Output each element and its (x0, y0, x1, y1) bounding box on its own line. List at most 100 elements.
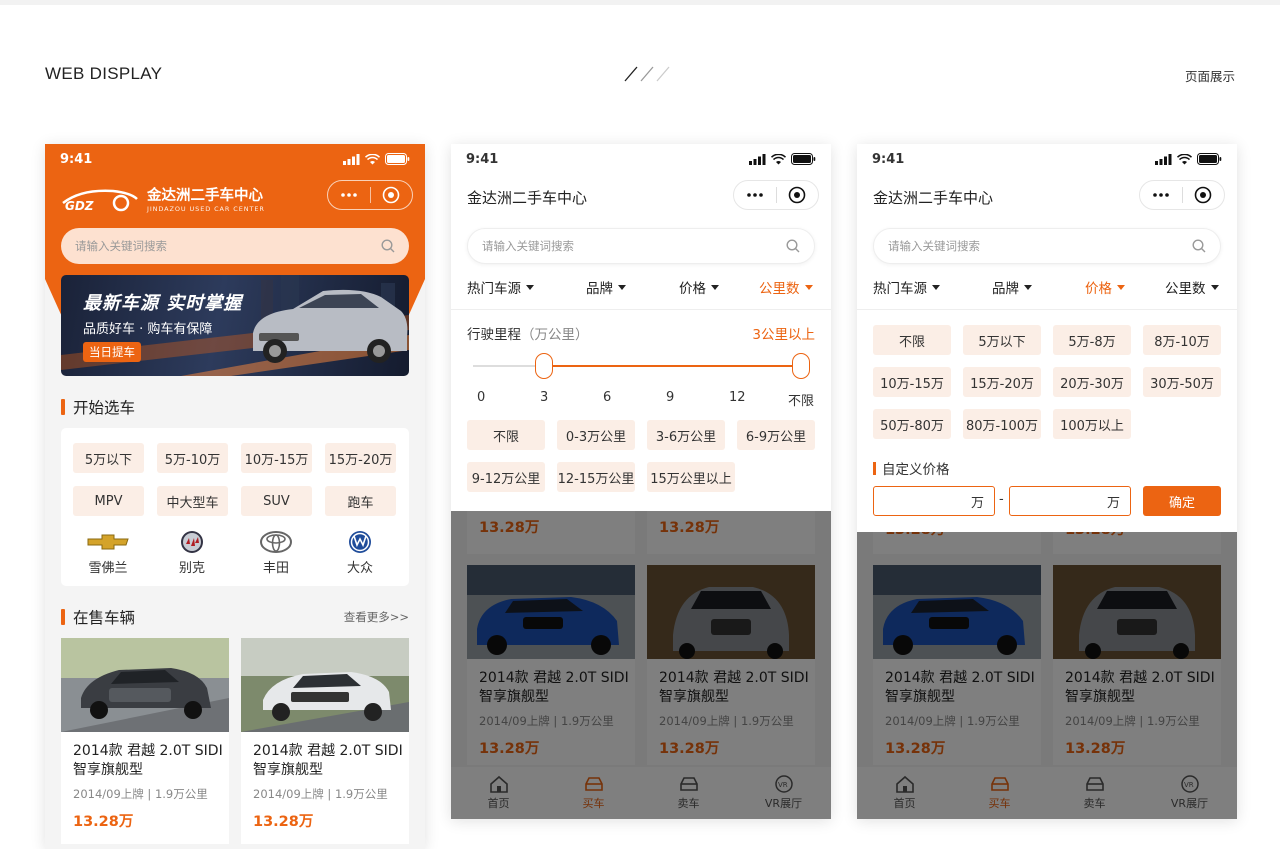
tick-label: 0 (477, 390, 486, 405)
close-miniprogram-button[interactable] (1183, 181, 1225, 209)
chevrolet-logo-icon (87, 534, 129, 550)
price-option[interactable]: 20万-30万 (1053, 367, 1131, 397)
price-option[interactable]: 30万-50万 (1143, 367, 1221, 397)
app-title-en: JINDAZOU USED CAR CENTER (147, 205, 265, 213)
status-bar: 9:41 (857, 144, 1237, 174)
dropdown-icon (1210, 284, 1219, 290)
brand-logo: GDZ 金达洲二手车中心 JINDAZOU USED CAR CENTER (61, 184, 265, 213)
price-option[interactable]: 5万-8万 (1053, 325, 1131, 355)
promo-banner[interactable]: 最新车源 实时掌握 品质好车 · 购车有保障 当日提车 (61, 275, 409, 376)
dim-overlay[interactable] (451, 511, 831, 819)
car-card[interactable]: 2014款 君越 2.0T SIDI 智享旗舰型 2014/09上牌 | 1.9… (61, 638, 229, 844)
banner-headline: 最新车源 实时掌握 (83, 293, 243, 314)
wifi-icon (771, 153, 786, 164)
status-bar: 9:41 (451, 144, 831, 174)
phone-price-filter: 13.28万 13.28万 2014款 君越 2.0T SIDI 智享旗舰型 2… (857, 144, 1237, 819)
car-card[interactable]: 2014款 君越 2.0T SIDI 智享旗舰型 2014/09上牌 | 1.9… (241, 638, 409, 844)
mileage-panel: 行驶里程（万公里） 3公里以上 0 3 6 9 12 不限 不限 0-3万公里 … (451, 309, 831, 511)
filter-price[interactable]: 价格 (679, 277, 719, 297)
price-option[interactable]: 100万以上 (1053, 409, 1131, 439)
price-panel: 不限 5万以下 5万-8万 8万-10万 10万-15万 15万-20万 20万… (857, 309, 1237, 532)
wifi-icon (1177, 153, 1192, 164)
mileage-option[interactable]: 3-6万公里 (647, 420, 725, 450)
filter-brand[interactable]: 品牌 (586, 277, 626, 297)
view-more-link[interactable]: 查看更多>> (344, 609, 409, 625)
brand-chevrolet[interactable]: 雪佛兰 (73, 529, 143, 576)
chip-15-20w[interactable]: 15万-20万 (325, 443, 396, 473)
dropdown-icon (1117, 284, 1125, 290)
max-price-input[interactable]: 万 (1009, 486, 1131, 516)
filter-hot[interactable]: 热门车源 (873, 277, 940, 297)
close-miniprogram-button[interactable] (371, 181, 413, 209)
close-miniprogram-button[interactable] (777, 181, 819, 209)
price-option[interactable]: 15万-20万 (963, 367, 1041, 397)
dropdown-icon (711, 284, 719, 290)
custom-price-label: 自定义价格 (873, 458, 950, 478)
svg-text:GDZ: GDZ (65, 199, 94, 213)
chip-10-15w[interactable]: 10万-15万 (241, 443, 312, 473)
search-input[interactable]: 请输入关键词搜索 (467, 228, 815, 264)
min-price-input[interactable]: 万 (873, 486, 995, 516)
chip-5-10w[interactable]: 5万-10万 (157, 443, 228, 473)
mileage-option[interactable]: 12-15万公里 (557, 462, 635, 492)
chip-large-car[interactable]: 中大型车 (157, 486, 228, 516)
logo-mark-icon: GDZ (62, 189, 138, 213)
price-option[interactable]: 80万-100万 (963, 409, 1041, 439)
more-button[interactable] (1140, 181, 1182, 209)
mileage-option[interactable]: 6-9万公里 (737, 420, 815, 450)
brand-toyota[interactable]: 丰田 (241, 529, 311, 576)
car-meta: 2014/09上牌 | 1.9万公里 (73, 787, 208, 801)
more-icon (340, 193, 357, 197)
more-button[interactable] (734, 181, 776, 209)
chip-under-5w[interactable]: 5万以下 (73, 443, 144, 473)
slider-handle-min[interactable] (535, 353, 553, 379)
confirm-button[interactable]: 确定 (1143, 486, 1221, 516)
filter-price[interactable]: 价格 (1085, 277, 1125, 297)
mileage-option[interactable]: 15万公里以上 (647, 462, 735, 492)
signal-icon (343, 153, 360, 165)
car-photo-audi (241, 638, 409, 732)
mileage-option[interactable]: 不限 (467, 420, 545, 450)
tick-label: 不限 (788, 394, 815, 409)
price-option[interactable]: 50万-80万 (873, 409, 951, 439)
search-input[interactable]: 请输入关键词搜索 (873, 228, 1221, 264)
mini-capsule (733, 180, 819, 210)
search-input[interactable]: 请输入关键词搜索 (61, 228, 409, 264)
chip-sports[interactable]: 跑车 (325, 486, 396, 516)
chip-mpv[interactable]: MPV (73, 486, 144, 516)
more-button[interactable] (328, 181, 370, 209)
slider-handle-max[interactable] (792, 353, 810, 379)
toyota-logo-icon (260, 531, 292, 553)
filter-hot[interactable]: 热门车源 (467, 277, 534, 297)
dropdown-icon (618, 284, 626, 290)
price-option[interactable]: 5万以下 (963, 325, 1041, 355)
mileage-label: 行驶里程（万公里） (467, 327, 589, 343)
phone-home: 9:41 GDZ 金达洲二手车中心 JINDAZOU USED CAR CENTE… (45, 144, 425, 849)
car-meta: 2014/09上牌 | 1.9万公里 (253, 787, 388, 801)
tick-label: 9 (666, 390, 675, 405)
brand-buick[interactable]: 别克 (157, 529, 227, 576)
mileage-option[interactable]: 0-3万公里 (557, 420, 635, 450)
battery-icon (385, 153, 410, 165)
price-option[interactable]: 10万-15万 (873, 367, 951, 397)
dropdown-icon (1024, 284, 1032, 290)
tick-label: 3 (540, 390, 549, 405)
filter-mileage[interactable]: 公里数 (759, 277, 813, 297)
price-option[interactable]: 8万-10万 (1143, 325, 1221, 355)
slider-range (544, 365, 801, 367)
dim-overlay[interactable] (857, 532, 1237, 819)
start-section-title: 开始选车 (61, 396, 135, 418)
car-photo-lincoln (61, 638, 229, 732)
mileage-option[interactable]: 9-12万公里 (467, 462, 545, 492)
price-option[interactable]: 不限 (873, 325, 951, 355)
target-icon (788, 186, 806, 204)
search-placeholder: 请输入关键词搜索 (75, 239, 167, 253)
filter-brand[interactable]: 品牌 (992, 277, 1032, 297)
filter-mileage[interactable]: 公里数 (1165, 277, 1219, 297)
brand-volkswagen[interactable]: 大众 (325, 529, 395, 576)
battery-icon (791, 153, 816, 165)
chip-suv[interactable]: SUV (241, 486, 312, 516)
volkswagen-logo-icon (349, 531, 371, 553)
more-icon (746, 193, 763, 197)
page-title: 金达洲二手车中心 (467, 189, 588, 207)
